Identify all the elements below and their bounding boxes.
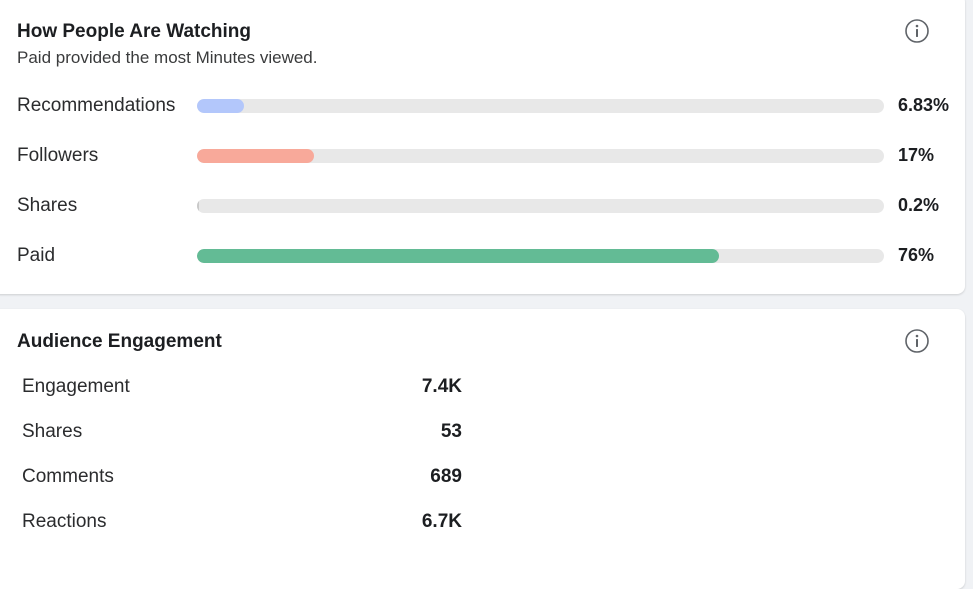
engagement-stat-row: Comments 689: [0, 462, 492, 492]
engagement-title: Audience Engagement: [17, 331, 222, 352]
watch-source-label: Followers: [17, 145, 99, 166]
watch-source-row: Recommendations 6.83%: [0, 91, 965, 121]
watch-source-bar-fill: [197, 249, 719, 263]
audience-engagement-card: Audience Engagement Engagement 7.4K Shar…: [0, 309, 965, 589]
watch-source-label: Shares: [17, 195, 78, 216]
engagement-stat-value: 53: [440, 421, 462, 442]
watching-subtitle: Paid provided the most Minutes viewed.: [17, 48, 318, 67]
watch-source-label: Recommendations: [17, 95, 176, 116]
watch-source-bar-fill: [197, 199, 199, 213]
engagement-stat-value: 6.7K: [421, 511, 462, 532]
engagement-stat-value: 689: [430, 466, 462, 487]
engagement-stat-value: 7.4K: [421, 376, 462, 397]
watch-source-bar-fill: [197, 149, 314, 163]
engagement-stat-row: Engagement 7.4K: [0, 372, 492, 402]
watch-source-value: 6.83%: [898, 95, 950, 115]
engagement-stat-label: Engagement: [22, 376, 130, 397]
engagement-stat-row: Shares 53: [0, 417, 492, 447]
watch-source-row: Paid 76%: [0, 241, 965, 271]
watch-source-row: Followers 17%: [0, 141, 965, 171]
watch-source-bar-track: [197, 99, 884, 113]
engagement-stat-label: Comments: [22, 466, 114, 487]
info-icon[interactable]: [905, 329, 929, 353]
watch-source-bar-fill: [197, 99, 244, 113]
watch-source-label: Paid: [17, 245, 56, 266]
watch-source-value: 0.2%: [898, 195, 940, 215]
watching-title: How People Are Watching: [17, 21, 252, 42]
watch-source-value: 17%: [898, 145, 935, 165]
watch-source-bar-track: [197, 199, 884, 213]
engagement-stat-label: Reactions: [22, 511, 107, 532]
info-icon[interactable]: [905, 19, 929, 43]
watch-source-row: Shares 0.2%: [0, 191, 965, 221]
engagement-stat-label: Shares: [22, 421, 83, 442]
engagement-stat-row: Reactions 6.7K: [0, 507, 492, 537]
how-people-are-watching-card: How People Are Watching Paid provided th…: [0, 0, 965, 294]
watch-source-value: 76%: [898, 245, 935, 265]
watch-source-bar-track: [197, 149, 884, 163]
watch-source-bar-track: [197, 249, 884, 263]
